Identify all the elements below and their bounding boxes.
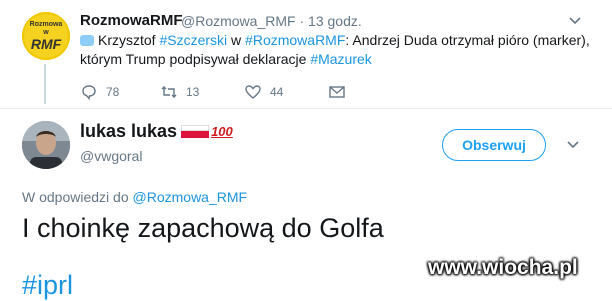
text-part: w [227,32,246,48]
reply-button[interactable]: 78 [80,83,160,101]
parent-time[interactable]: 13 godz. [308,13,362,29]
reply-icon [82,85,96,101]
avatar-line3: RMF [30,36,62,52]
watermark: www.wiocha.pl [428,256,578,279]
meta-separator: · [299,13,305,29]
thread-line [44,64,46,104]
reply-context: W odpowiedzi do @Rozmowa_RMF [22,189,247,205]
hundred-points-icon: 100 [211,124,233,139]
chat-emoji-icon [80,35,94,46]
reply-count: 78 [106,85,120,99]
text-part: : Andrzej Duda otrzymał pióro (marker), [345,32,590,48]
user-photo [22,121,70,169]
user-handle[interactable]: @vwgoral [80,148,142,164]
reply-prefix: W odpowiedzi do [22,189,133,205]
rmf-avatar[interactable]: Rozmowa w RMF [22,12,70,60]
follow-button[interactable]: Obserwuj [442,129,546,161]
parent-tweet-text: Krzysztof #Szczerski w #RozmowaRMF: Andr… [80,31,590,69]
chevron-down-icon[interactable] [566,12,584,30]
reply-to-handle[interactable]: @Rozmowa_RMF [133,189,248,205]
chevron-down-icon[interactable] [564,136,582,154]
avatar-line1: Rozmowa [29,21,63,28]
hashtag-link[interactable]: #iprl [22,270,73,301]
like-icon [245,85,261,99]
like-count: 44 [270,85,284,99]
user-avatar[interactable] [22,121,70,169]
retweet-button[interactable]: 13 [160,83,244,101]
parent-author-name[interactable]: RozmowaRMF [80,12,183,29]
user-name-row[interactable]: lukas lukas 100 [80,121,233,142]
message-icon [329,86,345,98]
hashtag-link[interactable]: #RozmowaRMF [245,32,345,48]
parent-tweet[interactable]: Rozmowa w RMF RozmowaRMF @Rozmowa_RMF · … [0,0,612,110]
parent-handle[interactable]: @Rozmowa_RMF [181,13,296,29]
tweet-actions: 78 13 44 [80,82,354,102]
tweet-text: I choinkę zapachową do Golfa [22,213,384,243]
divider [0,108,612,109]
like-button[interactable]: 44 [244,83,328,101]
parent-meta: @Rozmowa_RMF · 13 godz. [181,13,362,29]
hashtag-link[interactable]: #Szczerski [159,32,227,48]
user-display-name[interactable]: lukas lukas [80,121,177,142]
hashtag-link[interactable]: #Mazurek [310,51,371,67]
retweet-icon [161,86,177,98]
poland-flag-icon [181,125,210,138]
message-button[interactable] [328,83,354,101]
text-part: Krzysztof [98,32,160,48]
text-part: którym Trump podpisywał deklaracje [80,51,311,67]
retweet-count: 13 [186,85,200,99]
